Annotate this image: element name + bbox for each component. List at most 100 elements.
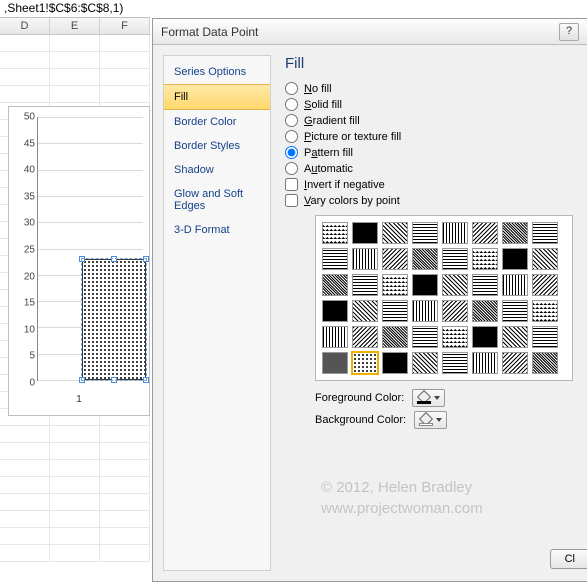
- pattern-swatch[interactable]: [502, 352, 528, 374]
- panel-heading: Fill: [285, 55, 573, 72]
- vary-colors-checkbox[interactable]: [285, 194, 298, 207]
- pattern-swatch[interactable]: [472, 300, 498, 322]
- pattern-fill-radio[interactable]: [285, 146, 298, 159]
- pattern-swatch[interactable]: [322, 248, 348, 270]
- pattern-swatch[interactable]: [382, 326, 408, 348]
- sidebar-item-shadow[interactable]: Shadow: [164, 158, 270, 182]
- pattern-swatch[interactable]: [532, 222, 558, 244]
- pattern-swatch[interactable]: [322, 274, 348, 296]
- y-tick-label: 20: [11, 271, 35, 282]
- selection-handle[interactable]: [111, 256, 117, 262]
- no-fill-radio[interactable]: [285, 82, 298, 95]
- selection-handle[interactable]: [79, 377, 85, 383]
- pattern-swatch[interactable]: [412, 248, 438, 270]
- invert-negative-checkbox[interactable]: [285, 178, 298, 191]
- plot-area: [37, 117, 143, 381]
- sidebar-item-series-options[interactable]: Series Options: [164, 60, 270, 84]
- help-button[interactable]: ?: [559, 23, 579, 41]
- col-header[interactable]: F: [100, 18, 150, 34]
- data-bar[interactable]: [82, 259, 146, 380]
- vary-colors-label[interactable]: Vary colors by point: [304, 195, 400, 207]
- pattern-swatch[interactable]: [532, 326, 558, 348]
- pattern-swatch[interactable]: [322, 300, 348, 322]
- col-header[interactable]: D: [0, 18, 50, 34]
- pattern-swatch[interactable]: [532, 248, 558, 270]
- automatic-label[interactable]: Automatic: [304, 163, 353, 175]
- pattern-swatch[interactable]: [472, 352, 498, 374]
- sidebar-item-fill[interactable]: Fill: [164, 84, 270, 110]
- picture-fill-label[interactable]: Picture or texture fill: [304, 131, 401, 143]
- background-color-button[interactable]: [414, 411, 447, 429]
- invert-negative-label[interactable]: Invert if negative: [304, 179, 385, 191]
- y-tick-label: 5: [11, 351, 35, 362]
- pattern-swatch[interactable]: [532, 300, 558, 322]
- pattern-swatch-grid: [315, 215, 573, 381]
- pattern-swatch[interactable]: [352, 274, 378, 296]
- pattern-swatch[interactable]: [442, 222, 468, 244]
- embedded-chart[interactable]: 1 05101520253035404550: [8, 106, 150, 416]
- solid-fill-label[interactable]: Solid fill: [304, 99, 342, 111]
- pattern-swatch[interactable]: [412, 300, 438, 322]
- pattern-swatch[interactable]: [472, 326, 498, 348]
- dialog-title: Format Data Point: [161, 25, 258, 39]
- pattern-swatch[interactable]: [472, 248, 498, 270]
- automatic-radio[interactable]: [285, 162, 298, 175]
- pattern-swatch[interactable]: [352, 352, 378, 374]
- col-header[interactable]: E: [50, 18, 100, 34]
- pattern-swatch[interactable]: [322, 222, 348, 244]
- pattern-swatch[interactable]: [352, 248, 378, 270]
- y-tick-label: 15: [11, 298, 35, 309]
- chevron-down-icon: [434, 396, 440, 400]
- pattern-swatch[interactable]: [322, 352, 348, 374]
- selection-handle[interactable]: [79, 256, 85, 262]
- pattern-swatch[interactable]: [442, 248, 468, 270]
- y-tick-label: 50: [11, 112, 35, 123]
- sidebar-item-glow[interactable]: Glow and Soft Edges: [164, 182, 270, 218]
- close-button[interactable]: Cl: [550, 549, 587, 569]
- solid-fill-radio[interactable]: [285, 98, 298, 111]
- pattern-swatch[interactable]: [502, 300, 528, 322]
- pattern-swatch[interactable]: [502, 274, 528, 296]
- sidebar-item-border-styles[interactable]: Border Styles: [164, 134, 270, 158]
- pattern-swatch[interactable]: [442, 300, 468, 322]
- pattern-swatch[interactable]: [502, 222, 528, 244]
- pattern-swatch[interactable]: [412, 274, 438, 296]
- selection-handle[interactable]: [111, 377, 117, 383]
- gradient-fill-radio[interactable]: [285, 114, 298, 127]
- pattern-swatch[interactable]: [502, 248, 528, 270]
- picture-fill-radio[interactable]: [285, 130, 298, 143]
- pattern-fill-label[interactable]: Pattern fill: [304, 147, 353, 159]
- pattern-swatch[interactable]: [442, 326, 468, 348]
- no-fill-label[interactable]: No fill: [304, 83, 332, 95]
- formula-bar[interactable]: ,Sheet1!$C$6:$C$8,1): [0, 0, 150, 18]
- pattern-swatch[interactable]: [382, 222, 408, 244]
- pattern-swatch[interactable]: [412, 326, 438, 348]
- pattern-swatch[interactable]: [382, 274, 408, 296]
- sidebar-item-3d-format[interactable]: 3-D Format: [164, 218, 270, 242]
- pattern-swatch[interactable]: [382, 300, 408, 322]
- pattern-swatch[interactable]: [532, 352, 558, 374]
- pattern-swatch[interactable]: [442, 352, 468, 374]
- pattern-swatch[interactable]: [412, 222, 438, 244]
- pattern-swatch[interactable]: [322, 326, 348, 348]
- pattern-swatch[interactable]: [472, 222, 498, 244]
- pattern-swatch[interactable]: [352, 222, 378, 244]
- fill-panel: Fill No fill Solid fill Gradient fill Pi…: [271, 45, 587, 581]
- pattern-swatch[interactable]: [532, 274, 558, 296]
- selection-handle[interactable]: [143, 256, 149, 262]
- pattern-swatch[interactable]: [472, 274, 498, 296]
- pattern-swatch[interactable]: [352, 300, 378, 322]
- sidebar-item-border-color[interactable]: Border Color: [164, 110, 270, 134]
- pattern-swatch[interactable]: [352, 326, 378, 348]
- pattern-swatch[interactable]: [412, 352, 438, 374]
- chevron-down-icon: [436, 418, 442, 422]
- pattern-swatch[interactable]: [442, 274, 468, 296]
- pattern-swatch[interactable]: [382, 352, 408, 374]
- gradient-fill-label[interactable]: Gradient fill: [304, 115, 360, 127]
- spreadsheet-area: D E F 1 05101: [0, 18, 150, 582]
- pattern-swatch[interactable]: [382, 248, 408, 270]
- selection-handle[interactable]: [143, 377, 149, 383]
- dialog-titlebar[interactable]: Format Data Point ?: [153, 19, 587, 45]
- pattern-swatch[interactable]: [502, 326, 528, 348]
- foreground-color-button[interactable]: [412, 389, 445, 407]
